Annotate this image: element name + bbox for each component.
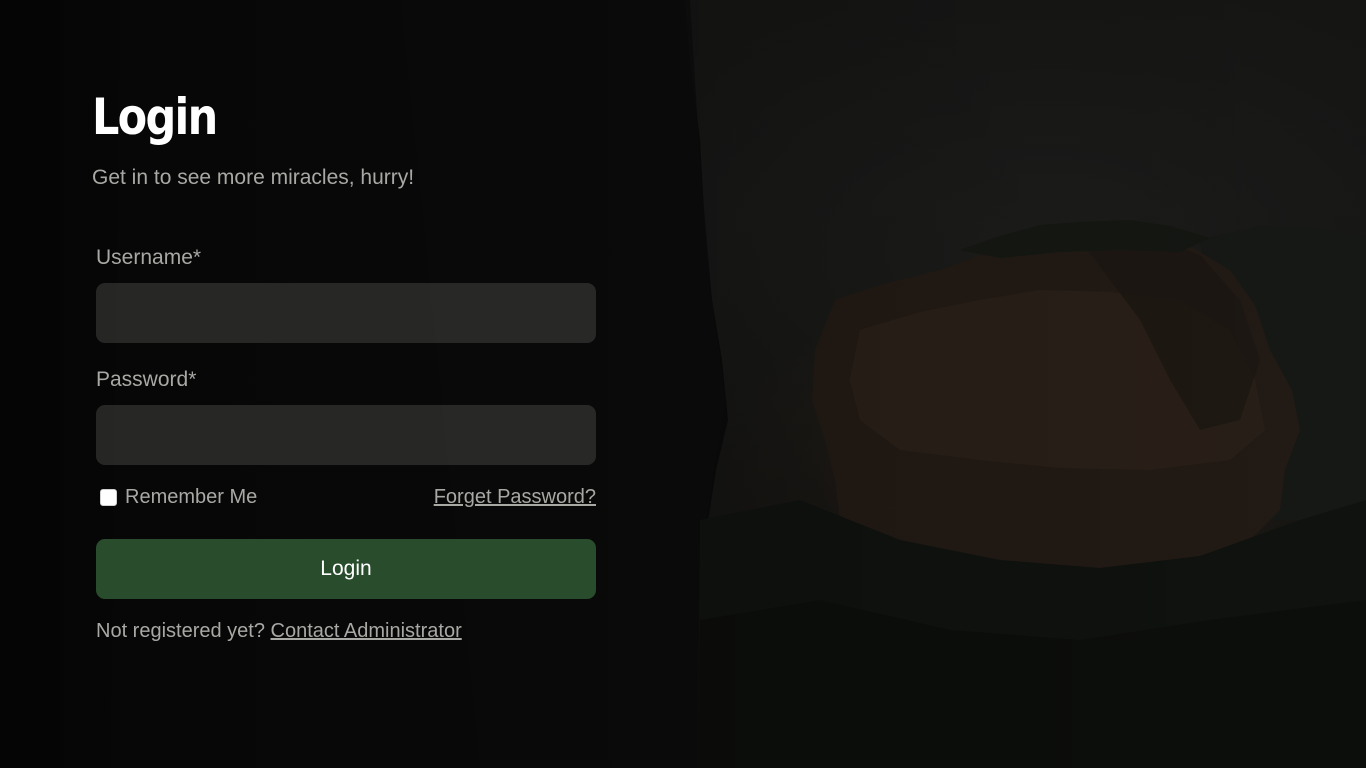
forgot-password-link[interactable]: Forget Password? xyxy=(434,483,596,511)
register-prompt-row: Not registered yet? Contact Administrato… xyxy=(96,617,596,645)
register-prompt-text: Not registered yet? xyxy=(96,620,271,642)
remember-me-checkbox[interactable] xyxy=(100,488,117,506)
password-field-group: Password* xyxy=(96,366,596,465)
username-label: Username* xyxy=(96,244,596,272)
remember-me[interactable]: Remember Me xyxy=(96,483,257,511)
contact-administrator-link[interactable]: Contact Administrator xyxy=(271,620,462,642)
login-page: Login Get in to see more miracles, hurry… xyxy=(0,0,1366,768)
page-title: Login xyxy=(92,88,218,146)
login-form: Username* Password* Remember Me Forget P… xyxy=(96,244,596,645)
password-label-text: Password xyxy=(96,368,189,391)
username-input[interactable] xyxy=(96,283,596,343)
password-label: Password* xyxy=(96,366,596,394)
password-required-mark: * xyxy=(188,368,197,391)
username-label-text: Username xyxy=(96,246,193,269)
remember-me-label: Remember Me xyxy=(125,486,258,508)
username-required-mark: * xyxy=(192,246,202,269)
login-button[interactable]: Login xyxy=(96,539,596,599)
login-options-row: Remember Me Forget Password? xyxy=(96,483,596,511)
username-field-group: Username* xyxy=(96,244,596,343)
page-subtitle: Get in to see more miracles, hurry! xyxy=(92,166,415,189)
login-panel: Login Get in to see more miracles, hurry… xyxy=(92,86,602,645)
password-input[interactable] xyxy=(96,405,596,465)
